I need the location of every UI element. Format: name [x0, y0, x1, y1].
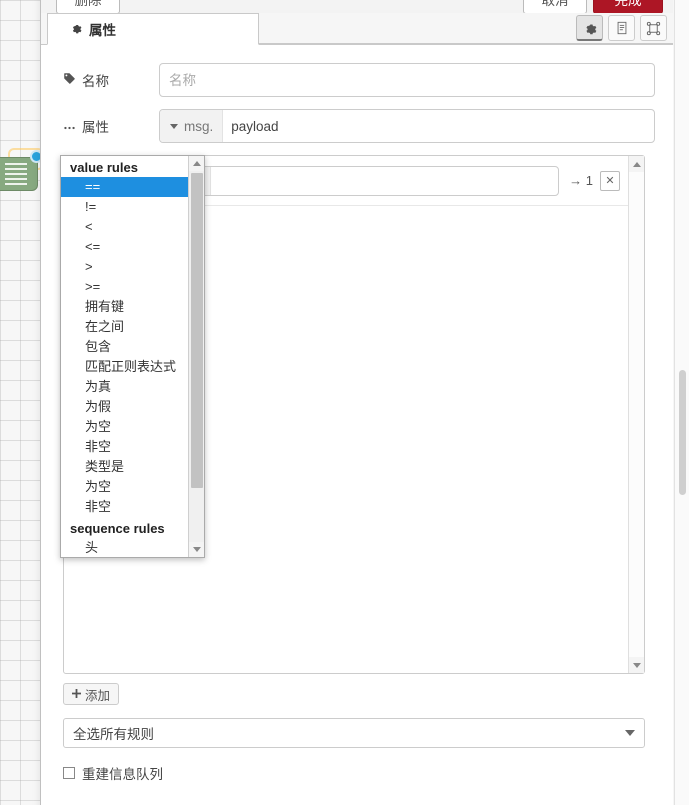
property-row: 属性 msg. payload — [63, 109, 655, 143]
dropdown-item[interactable]: 为真 — [61, 377, 188, 397]
appearance-icon-button[interactable] — [640, 15, 667, 41]
page-scrollbar[interactable] — [674, 0, 689, 805]
scroll-up-icon[interactable] — [189, 156, 204, 171]
dropdown-item[interactable]: 在之间 — [61, 317, 188, 337]
rule-value-input[interactable] — [211, 166, 559, 195]
tab-icon-buttons — [576, 15, 667, 41]
operator-dropdown-scrollbar[interactable] — [188, 156, 204, 557]
node-red-editor-root: 删除 取消 完成 属性 名称 名称 属性 msg. payload → 1 ✕ … — [0, 0, 689, 805]
operator-dropdown[interactable]: value rules == != < <= > >= 拥有键 在之间 包含 匹配正则表达式 为真 为假… — [60, 155, 205, 558]
recreate-queue-label: 重建信息队列 — [82, 767, 163, 782]
property-label: 属性 — [82, 120, 109, 135]
cancel-button[interactable]: 取消 — [523, 0, 587, 14]
name-input[interactable] — [159, 63, 655, 97]
name-label-group: 名称 — [63, 70, 159, 90]
chevron-down-icon — [170, 123, 178, 129]
property-type-selector[interactable]: msg. — [160, 110, 224, 142]
dialog-tabstrip: 属性 — [41, 13, 673, 45]
tab-properties-label: 属性 — [89, 23, 116, 38]
done-button[interactable]: 完成 — [593, 0, 663, 14]
dropdown-item[interactable]: 拥有键 — [61, 297, 188, 317]
scroll-down-icon[interactable] — [629, 657, 644, 673]
delete-button[interactable]: 删除 — [56, 0, 120, 14]
ellipsis-icon — [63, 119, 76, 134]
recreate-queue-checkbox-row[interactable]: 重建信息队列 — [63, 763, 163, 783]
switch-node[interactable] — [0, 150, 43, 191]
operator-dropdown-list: value rules == != < <= > >= 拥有键 在之间 包含 匹配正则表达式 为真 为假… — [61, 156, 188, 557]
dropdown-item[interactable]: 类型是 — [61, 457, 188, 477]
property-value[interactable]: payload — [223, 110, 654, 142]
tag-icon — [63, 72, 76, 88]
dropdown-item[interactable]: 非空 — [61, 497, 188, 517]
property-label-group: 属性 — [63, 116, 159, 136]
recreate-queue-checkbox[interactable] — [63, 767, 75, 779]
dropdown-item[interactable]: 为空 — [61, 417, 188, 437]
dropdown-item[interactable]: 非空 — [61, 437, 188, 457]
add-rule-button[interactable]: 添加 — [63, 683, 120, 705]
rule-output-label: → 1 — [569, 173, 593, 188]
dropdown-item[interactable]: 包含 — [61, 337, 188, 357]
switch-node-icon — [5, 163, 31, 187]
dropdown-item[interactable]: < — [61, 217, 188, 237]
rule-value-typed-input[interactable]: az — [174, 165, 560, 196]
dropdown-item[interactable]: != — [61, 197, 188, 217]
dropdown-item[interactable]: 头 — [61, 538, 188, 557]
tab-properties[interactable]: 属性 — [47, 13, 259, 45]
dropdown-item[interactable]: <= — [61, 237, 188, 257]
gear-icon — [70, 22, 82, 37]
property-typed-input[interactable]: msg. payload — [159, 109, 655, 143]
dropdown-group-header: value rules — [70, 160, 138, 175]
rule-mode-select[interactable]: 全选所有规则 — [63, 718, 645, 748]
dropdown-group-header: sequence rules — [70, 521, 165, 536]
dropdown-item[interactable]: >= — [61, 277, 188, 297]
scrollbar-thumb[interactable] — [191, 173, 203, 488]
dropdown-item[interactable]: 为假 — [61, 397, 188, 417]
rules-scrollbar[interactable] — [628, 156, 644, 673]
dropdown-item[interactable]: 匹配正则表达式 — [61, 357, 188, 377]
description-icon-button[interactable] — [608, 15, 635, 41]
scroll-down-icon[interactable] — [189, 542, 204, 557]
plus-icon — [72, 687, 81, 701]
rule-delete-button[interactable]: ✕ — [600, 170, 620, 191]
dropdown-item[interactable]: 为空 — [61, 477, 188, 497]
add-rule-label: 添加 — [85, 688, 111, 703]
gear-icon-button[interactable] — [576, 15, 603, 41]
chevron-down-icon — [625, 730, 635, 736]
rule-mode-label: 全选所有规则 — [73, 727, 154, 742]
property-prefix-label: msg. — [184, 118, 214, 134]
dropdown-item[interactable]: > — [61, 257, 188, 277]
name-label: 名称 — [82, 74, 109, 89]
name-row: 名称 — [63, 63, 655, 97]
dropdown-item[interactable]: == — [61, 177, 188, 197]
page-scrollbar-thumb[interactable] — [679, 370, 686, 495]
scroll-up-icon[interactable] — [629, 156, 644, 172]
